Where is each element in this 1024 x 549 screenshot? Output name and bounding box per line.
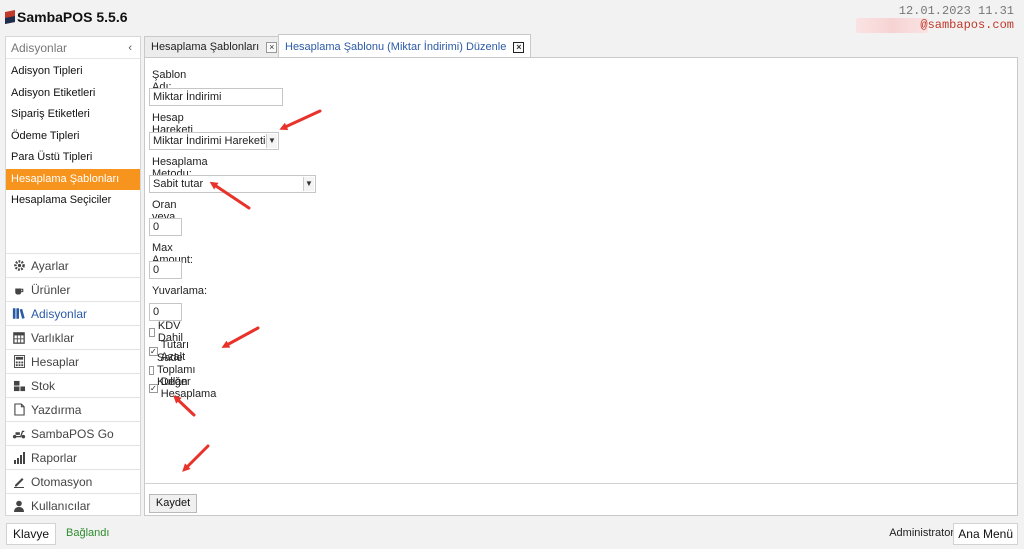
- sidebar-item-siparis-etiketleri[interactable]: Sipariş Etiketleri: [6, 104, 140, 126]
- books-icon: [12, 307, 26, 321]
- include-tax-checkbox[interactable]: KDV Dahil: [149, 320, 186, 344]
- table-icon: [12, 331, 26, 345]
- checkbox-label: Değer Hesaplama: [160, 376, 217, 400]
- pen-icon: [12, 475, 26, 489]
- document-icon: [12, 403, 26, 417]
- checkbox-box: [149, 327, 155, 337]
- sidebar-item-odeme-tipleri[interactable]: Ödeme Tipleri: [6, 126, 140, 148]
- tab-hesaplama-sablonlari[interactable]: Hesaplama Şablonları ×: [144, 36, 285, 58]
- sidebar-title: Adisyonlar: [11, 41, 68, 55]
- calculator-icon: [12, 355, 26, 369]
- close-icon[interactable]: ×: [513, 41, 525, 53]
- sambapos-logo-icon: [5, 10, 15, 24]
- scooter-icon: [12, 427, 26, 441]
- nav-item-urunler[interactable]: Ürünler: [6, 277, 140, 301]
- close-icon[interactable]: ×: [266, 41, 278, 53]
- sidebar-item-adisyon-tipleri[interactable]: Adisyon Tipleri: [6, 61, 140, 83]
- nav-item-otomasyon[interactable]: Otomasyon: [6, 469, 140, 493]
- max-amount-input[interactable]: 0: [149, 261, 182, 279]
- nav-label: Otomasyon: [31, 474, 93, 489]
- nav-item-varliklar[interactable]: Varlıklar: [6, 325, 140, 349]
- rounding-label: Yuvarlama:: [152, 285, 208, 297]
- tab-label: Hesaplama Şablonu (Miktar İndirimi) Düze…: [285, 41, 507, 53]
- tab-hesaplama-sablonu-duzenle[interactable]: Hesaplama Şablonu (Miktar İndirimi) Düze…: [278, 34, 532, 58]
- bar-chart-icon: [12, 451, 26, 465]
- chevron-down-icon: ▼: [266, 134, 277, 148]
- sidebar-list: Adisyon Tipleri Adisyon Etiketleri Sipar…: [6, 59, 140, 212]
- nav-item-adisyonlar[interactable]: Adisyonlar: [6, 301, 140, 325]
- sidebar-item-hesaplama-seciciler[interactable]: Hesaplama Seçiciler: [6, 190, 140, 212]
- collapse-chevron-icon[interactable]: ‹: [128, 37, 132, 59]
- nav-label: Kullanıcılar: [31, 498, 91, 513]
- nav-item-ayarlar[interactable]: Ayarlar: [6, 253, 140, 277]
- account-transaction-type-value: Miktar İndirimi Hareketi: [153, 135, 266, 147]
- nav-label: Varlıklar: [31, 330, 75, 345]
- nav-item-sambapos-go[interactable]: SambaPOS Go: [6, 421, 140, 445]
- nav-label: Hesaplar: [31, 354, 80, 369]
- sidebar-item-adisyon-etiketleri[interactable]: Adisyon Etiketleri: [6, 83, 140, 105]
- nav-label: Ürünler: [31, 282, 71, 297]
- calculation-method-select[interactable]: Sabit tutar ▼: [149, 175, 316, 193]
- nav-item-raporlar[interactable]: Raporlar: [6, 445, 140, 469]
- sidebar-item-hesaplama-sablonlari[interactable]: Hesaplama Şablonları: [6, 168, 140, 190]
- nav-item-kullanicilar[interactable]: Kullanıcılar: [6, 493, 140, 517]
- nav-label: Raporlar: [31, 450, 78, 465]
- template-name-input[interactable]: Miktar İndirimi: [149, 88, 283, 106]
- coffee-icon: [12, 283, 26, 297]
- nav-label: Stok: [31, 378, 56, 393]
- tab-strip: Hesaplama Şablonları × Hesaplama Şablonu…: [144, 34, 1018, 58]
- sidebar-item-para-ustu-tipleri[interactable]: Para Üstü Tipleri: [6, 147, 140, 169]
- checkbox-box: [149, 365, 154, 375]
- connection-status: Bağlandı: [66, 527, 110, 539]
- editor-panel: Şablon Adı: Miktar İndirimi Hesap Hareke…: [144, 57, 1018, 516]
- datetime: 12.01.2023 11.31: [898, 4, 1014, 18]
- sidebar-nav: Ayarlar Ürünler Adisyonlar Varlıklar Hes…: [6, 253, 140, 517]
- tab-label: Hesaplama Şablonları: [151, 41, 260, 53]
- boxes-icon: [12, 379, 26, 393]
- current-user: Administrator: [889, 527, 954, 539]
- form-footer-divider: [145, 483, 1017, 484]
- nav-item-hesaplar[interactable]: Hesaplar: [6, 349, 140, 373]
- nav-item-stok[interactable]: Stok: [6, 373, 140, 397]
- calculation-method-value: Sabit tutar: [153, 178, 204, 190]
- title-bar: SambaPOS 5.5.6 12.01.2023 11.31 @sambapo…: [0, 0, 1024, 34]
- keyboard-button[interactable]: Klavye: [6, 523, 57, 545]
- value-calculation-checkbox[interactable]: ✓ Değer Hesaplama: [149, 376, 217, 400]
- rounding-input[interactable]: 0: [149, 303, 182, 321]
- nav-item-yazdirma[interactable]: Yazdırma: [6, 397, 140, 421]
- app-title: SambaPOS 5.5.6: [17, 9, 128, 25]
- blurred-username: [856, 18, 928, 33]
- checkbox-box: ✓: [149, 383, 158, 393]
- main-area: Hesaplama Şablonları × Hesaplama Şablonu…: [144, 34, 1018, 516]
- account-transaction-type-select[interactable]: Miktar İndirimi Hareketi ▼: [149, 132, 279, 150]
- nav-label: SambaPOS Go: [31, 426, 114, 441]
- user-email: @sambapos.com: [920, 18, 1014, 32]
- nav-label: Adisyonlar: [31, 306, 88, 321]
- save-button[interactable]: Kaydet: [149, 494, 197, 513]
- user-icon: [12, 499, 26, 513]
- main-menu-button[interactable]: Ana Menü: [953, 523, 1018, 545]
- gear-icon: [12, 259, 26, 273]
- status-bar: Klavye Bağlandı Administrator Ana Menü: [0, 520, 1024, 549]
- chevron-down-icon: ▼: [303, 177, 314, 191]
- sidebar: Adisyonlar ‹ Adisyon Tipleri Adisyon Eti…: [5, 36, 141, 516]
- nav-label: Yazdırma: [31, 402, 82, 417]
- sidebar-header: Adisyonlar ‹: [6, 37, 140, 59]
- nav-label: Ayarlar: [31, 258, 69, 273]
- rate-or-amount-input[interactable]: 0: [149, 218, 182, 236]
